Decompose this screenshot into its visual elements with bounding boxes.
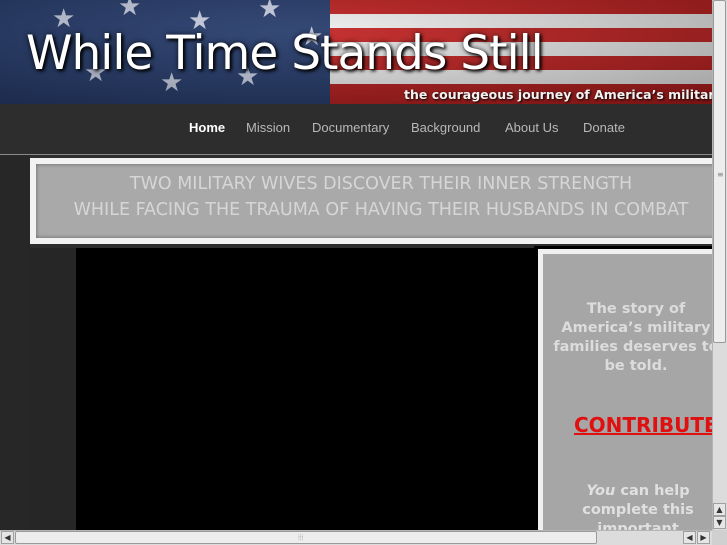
nav-item-background[interactable]: Background (411, 120, 480, 135)
nav-item-home[interactable]: Home (189, 120, 225, 135)
site-tagline: the courageous journey of America’s mili… (404, 87, 712, 102)
left-margin (0, 155, 30, 530)
scrollbar-corner (712, 530, 727, 545)
page-viewport: ★ ★ ★ ★ ★ ★ ★ ★ While Time Stands Still … (0, 0, 712, 530)
header-banner: ★ ★ ★ ★ ★ ★ ★ ★ While Time Stands Still … (0, 0, 712, 104)
horizontal-scroll-thumb[interactable]: ⦙⦙⦙ (15, 531, 597, 544)
slogan-line-2: WHILE FACING THE TRAUMA OF HAVING THEIR … (73, 200, 689, 220)
video-player[interactable] (76, 248, 534, 530)
nav-item-donate[interactable]: Donate (583, 120, 625, 135)
site-title[interactable]: While Time Stands Still (26, 26, 544, 81)
nav-item-mission[interactable]: Mission (246, 120, 290, 135)
vertical-scroll-thumb[interactable]: ≡ (713, 0, 726, 343)
slogan-line-1: TWO MILITARY WIVES DISCOVER THEIR INNER … (129, 174, 633, 194)
scroll-left-icon[interactable]: ◀ (1, 531, 14, 544)
sidebar-help-text: You can help complete this important (582, 483, 694, 530)
scroll-down-icon[interactable]: ▼ (713, 516, 726, 529)
grip-icon: ≡ (717, 170, 724, 179)
sidebar-story-text: The story of America’s military families… (553, 301, 712, 374)
contribute-link[interactable]: CONTRIBUTE (574, 413, 712, 437)
grip-icon: ⦙⦙⦙ (298, 533, 304, 542)
nav-item-about-us[interactable]: About Us (505, 120, 558, 135)
slogan-banner: TWO MILITARY WIVES DISCOVER THEIR INNER … (36, 164, 712, 238)
scroll-right-icon[interactable]: ▶ (697, 531, 710, 544)
nav-item-documentary[interactable]: Documentary (312, 120, 389, 135)
scroll-left-icon[interactable]: ◀ (683, 531, 696, 544)
content-gutter (30, 248, 76, 530)
scroll-up-icon[interactable]: ▲ (713, 503, 726, 516)
main-nav: Home Mission Documentary Background Abou… (0, 104, 712, 155)
